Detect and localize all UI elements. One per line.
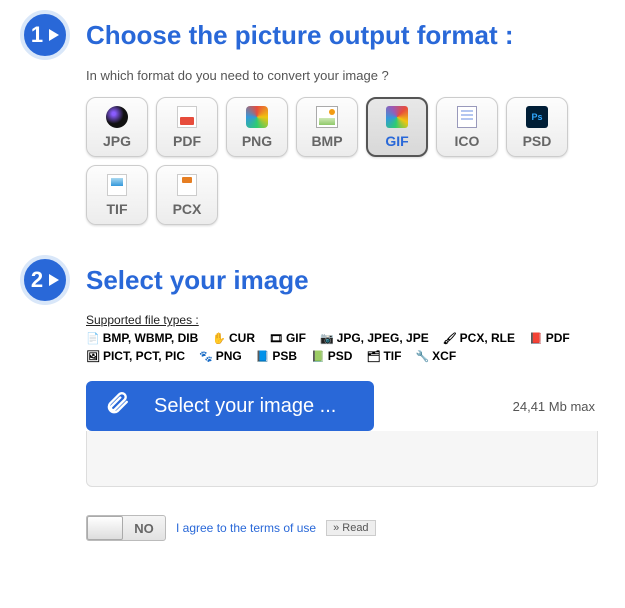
format-list: JPG PDF PNG BMP GIF ICO Ps PSD TIF PCX (86, 97, 605, 225)
step-1-subtitle: In which format do you need to convert y… (86, 68, 605, 83)
play-icon (49, 29, 59, 41)
terms-link[interactable]: I agree to the terms of use (176, 521, 316, 535)
toggle-state-label: NO (123, 521, 165, 536)
gif-icon (385, 105, 409, 129)
filetype-icon: 🐾 (199, 350, 213, 363)
supported-type: 📗 PSD (311, 349, 352, 363)
format-option-pdf[interactable]: PDF (156, 97, 218, 157)
jpg-icon (105, 105, 129, 129)
supported-type: 🗂 TIF (366, 349, 401, 363)
format-label: PCX (173, 201, 202, 217)
format-label: PSD (523, 133, 552, 149)
filetype-icon: 🔧 (415, 350, 429, 363)
step-1: 1 Choose the picture output format : In … (20, 10, 605, 225)
filetype-icon: 📕 (529, 332, 543, 345)
format-option-tif[interactable]: TIF (86, 165, 148, 225)
psd-icon: Ps (525, 105, 549, 129)
filetype-icon: 📷 (320, 332, 334, 345)
format-option-pcx[interactable]: PCX (156, 165, 218, 225)
format-label: PNG (242, 133, 272, 149)
paperclip-icon (104, 390, 130, 423)
format-label: PDF (173, 133, 201, 149)
step-1-badge: 1 (20, 10, 70, 60)
format-label: GIF (385, 133, 408, 149)
supported-type: 🖼 PICT, PCT, PIC (86, 349, 185, 363)
step-2-badge: 2 (20, 255, 70, 305)
format-option-png[interactable]: PNG (226, 97, 288, 157)
pcx-icon (175, 173, 199, 197)
select-image-label: Select your image ... (154, 395, 336, 418)
pdf-icon (175, 105, 199, 129)
supported-types-list: 📄 BMP, WBMP, DIB ✋ CUR 🎞 GIF 📷 JPG, JPEG, J… (86, 331, 586, 363)
select-image-button[interactable]: Select your image ... (86, 381, 374, 431)
supported-type: 📘 PSB (256, 349, 297, 363)
step-1-number: 1 (31, 22, 43, 48)
filetype-icon: 📗 (311, 350, 325, 363)
format-label: TIF (107, 201, 128, 217)
supported-type: 📷 JPG, JPEG, JPE (320, 331, 429, 345)
format-label: ICO (455, 133, 480, 149)
supported-type: 🐾 PNG (199, 349, 242, 363)
play-icon (49, 274, 59, 286)
read-terms-button[interactable]: » Read (326, 520, 375, 536)
supported-type: 📕 PDF (529, 331, 570, 345)
supported-types-title: Supported file types : (86, 313, 605, 327)
supported-type: 📄 BMP, WBMP, DIB (86, 331, 198, 345)
format-option-ico[interactable]: ICO (436, 97, 498, 157)
filetype-icon: 📄 (86, 332, 100, 345)
upload-dropzone[interactable] (86, 431, 598, 487)
step-2-title: Select your image (86, 265, 309, 296)
filetype-icon: 🎞 (269, 332, 283, 345)
filetype-icon: 🖌 (443, 332, 457, 345)
filetype-icon: ✋ (212, 332, 226, 345)
tif-icon (105, 173, 129, 197)
max-size-label: 24,41 Mb max (513, 399, 595, 414)
step-1-title: Choose the picture output format : (86, 20, 514, 51)
step-2-number: 2 (31, 267, 43, 293)
filetype-icon: 📘 (256, 350, 270, 363)
format-option-jpg[interactable]: JPG (86, 97, 148, 157)
format-label: BMP (311, 133, 342, 149)
format-option-psd[interactable]: Ps PSD (506, 97, 568, 157)
supported-type: ✋ CUR (212, 331, 255, 345)
filetype-icon: 🗂 (366, 350, 380, 363)
png-icon (245, 105, 269, 129)
toggle-knob (87, 516, 123, 540)
format-option-bmp[interactable]: BMP (296, 97, 358, 157)
ico-icon (455, 105, 479, 129)
bmp-icon (315, 105, 339, 129)
step-2: 2 Select your image Supported file types… (20, 255, 605, 541)
format-label: JPG (103, 133, 131, 149)
supported-type: 🔧 XCF (415, 349, 456, 363)
filetype-icon: 🖼 (86, 350, 100, 363)
supported-type: 🖌 PCX, RLE (443, 331, 515, 345)
supported-type: 🎞 GIF (269, 331, 306, 345)
terms-toggle[interactable]: NO (86, 515, 166, 541)
format-option-gif[interactable]: GIF (366, 97, 428, 157)
